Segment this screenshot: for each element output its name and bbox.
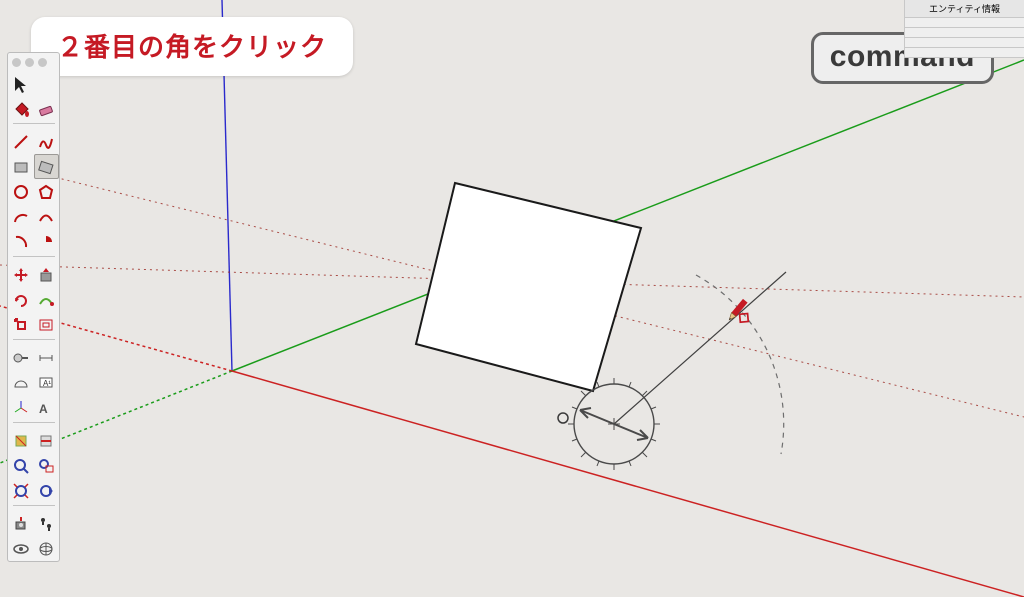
freehand-tool[interactable]: [34, 129, 59, 154]
zoom-window-tool[interactable]: [34, 453, 59, 478]
orb-icon: [37, 540, 55, 558]
3dt-icon: [37, 399, 55, 417]
entity-info-slot[interactable]: [905, 38, 1024, 48]
eye-icon: [12, 540, 30, 558]
protractor-tool[interactable]: [9, 370, 34, 395]
angle-ray: [614, 272, 786, 424]
main-toolbar: [7, 52, 60, 562]
axes-icon: [12, 399, 30, 417]
polygon-tool[interactable]: [34, 179, 59, 204]
window-close-icon[interactable]: [12, 58, 21, 67]
orbit-tool[interactable]: [34, 536, 59, 561]
rotate-protractor-gizmo[interactable]: [568, 378, 660, 470]
arc2-icon: [37, 208, 55, 226]
squig-icon: [37, 133, 55, 151]
2pt-arc-tool[interactable]: [34, 204, 59, 229]
arc-tool[interactable]: [9, 204, 34, 229]
angle-dashed-arc: [696, 275, 784, 454]
move-icon: [12, 266, 30, 284]
dim-icon: [37, 349, 55, 367]
pencil-cursor-icon: [727, 299, 757, 330]
entity-info-title: エンティティ情報: [905, 0, 1024, 18]
previous-view-tool[interactable]: [34, 478, 59, 503]
scale-tool[interactable]: [9, 312, 34, 337]
3pt-arc-tool[interactable]: [9, 229, 34, 254]
sect-icon: [12, 432, 30, 450]
position-camera-tool[interactable]: [9, 511, 34, 536]
line-icon: [12, 133, 30, 151]
push-icon: [37, 266, 55, 284]
tape-icon: [12, 349, 30, 367]
eraser-tool[interactable]: [34, 96, 59, 121]
offset-icon: [37, 316, 55, 334]
look-tool[interactable]: [9, 536, 34, 561]
section-cut-tool[interactable]: [34, 428, 59, 453]
section-plane-tool[interactable]: [9, 428, 34, 453]
pie-tool[interactable]: [34, 229, 59, 254]
entity-info-slot[interactable]: [905, 28, 1024, 38]
pie-icon: [37, 233, 55, 251]
rotate-icon: [12, 291, 30, 309]
dim-tool[interactable]: [34, 345, 59, 370]
zoome-icon: [12, 482, 30, 500]
select-tool[interactable]: [9, 71, 34, 96]
rrect-icon: [37, 158, 55, 176]
viewport-3d[interactable]: [0, 0, 1024, 597]
zoomw-icon: [37, 457, 55, 475]
scale-icon: [12, 316, 30, 334]
move-tool[interactable]: [9, 262, 34, 287]
arc1-icon: [12, 208, 30, 226]
prev-icon: [37, 482, 55, 500]
endpoint-cue: [558, 413, 568, 423]
arc3-icon: [12, 233, 30, 251]
entity-info-panel[interactable]: エンティティ情報: [904, 0, 1024, 58]
poly-icon: [37, 183, 55, 201]
zoom-tool[interactable]: [9, 453, 34, 478]
text-icon: [37, 374, 55, 392]
instruction-overlay: ２番目の角をクリック: [31, 17, 353, 76]
entity-info-slot[interactable]: [905, 18, 1024, 28]
rotate-tool[interactable]: [9, 287, 34, 312]
window-zoom-icon[interactable]: [38, 58, 47, 67]
circ-icon: [12, 183, 30, 201]
rotated-rect-tool[interactable]: [34, 154, 59, 179]
circle-tool[interactable]: [9, 179, 34, 204]
rect-icon: [12, 158, 30, 176]
face-rectangle[interactable]: [416, 183, 641, 391]
3dtext-tool[interactable]: [34, 395, 59, 420]
window-controls[interactable]: [8, 55, 51, 71]
pushpull-tool[interactable]: [34, 262, 59, 287]
offset-tool[interactable]: [34, 312, 59, 337]
axes-tool[interactable]: [9, 395, 34, 420]
scut-icon: [37, 432, 55, 450]
cam-icon: [12, 515, 30, 533]
window-min-icon[interactable]: [25, 58, 34, 67]
cursor-icon: [12, 75, 30, 93]
walk-icon: [37, 515, 55, 533]
zoom-extents-tool[interactable]: [9, 478, 34, 503]
follow-icon: [37, 291, 55, 309]
paint-bucket-tool[interactable]: [9, 96, 34, 121]
tape-tool[interactable]: [9, 345, 34, 370]
text-tool[interactable]: [34, 370, 59, 395]
followme-tool[interactable]: [34, 287, 59, 312]
eraser-icon: [37, 100, 55, 118]
line-tool[interactable]: [9, 129, 34, 154]
bucket-icon: [12, 100, 30, 118]
empty: [34, 71, 59, 96]
zoom-icon: [12, 457, 30, 475]
rectangle-tool[interactable]: [9, 154, 34, 179]
entity-info-slot[interactable]: [905, 48, 1024, 58]
walk-tool[interactable]: [34, 511, 59, 536]
prot-icon: [12, 374, 30, 392]
